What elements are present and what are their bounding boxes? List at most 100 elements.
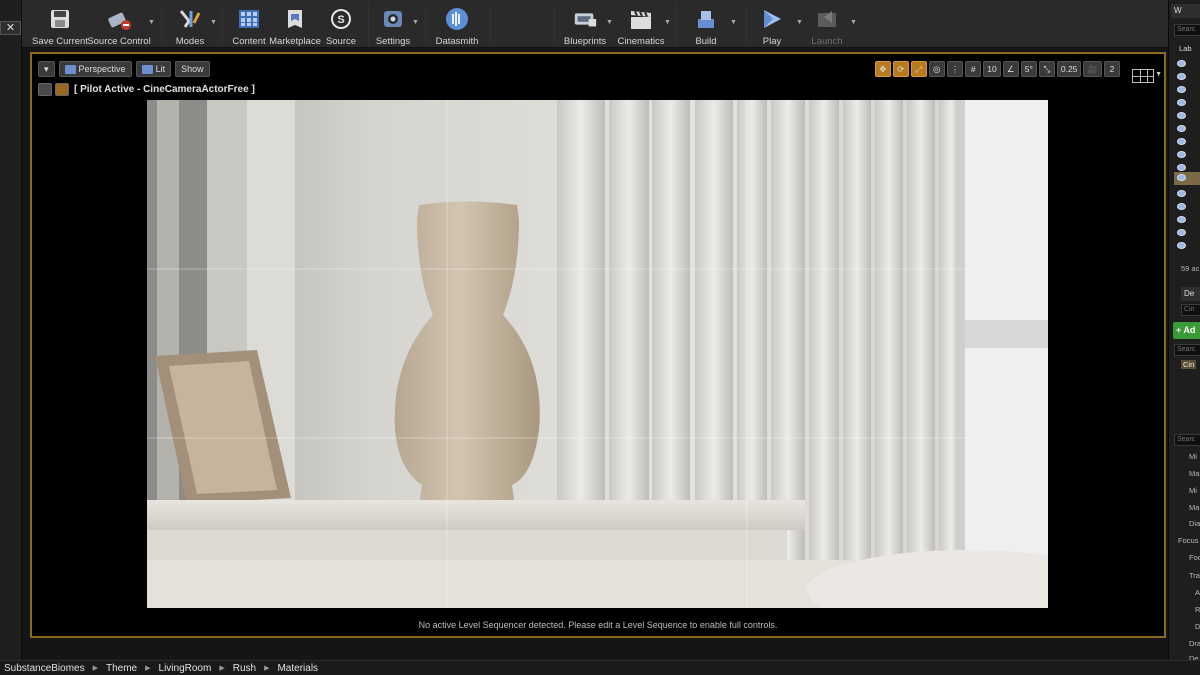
component-root-item[interactable]: Cin	[1181, 360, 1197, 369]
source-control-button[interactable]: Source Control	[87, 0, 151, 48]
outliner-row[interactable]	[1174, 58, 1200, 71]
source-control-dropdown-icon[interactable]: ▼	[148, 19, 155, 26]
outliner-search-input[interactable]: Searc	[1174, 24, 1200, 36]
property-label: A	[1195, 588, 1200, 597]
details-actor-name-field[interactable]: Cin	[1181, 304, 1200, 316]
rotate-tool-icon[interactable]: ⟳	[892, 61, 909, 77]
outliner-row[interactable]	[1174, 136, 1200, 149]
grid-snap-icon[interactable]: #	[965, 61, 982, 77]
scale-snap-icon[interactable]: ⤡	[1038, 61, 1055, 77]
sequencer-status-message: No active Level Sequencer detected. Plea…	[418, 620, 778, 630]
outliner-label-column[interactable]: Lab	[1179, 44, 1192, 53]
outliner-row[interactable]	[1174, 110, 1200, 123]
property-category[interactable]: Tra	[1189, 571, 1200, 580]
outliner-row[interactable]	[1174, 84, 1200, 97]
close-tab-icon[interactable]: ✕	[0, 21, 21, 35]
datasmith-button[interactable]: Datasmith	[430, 0, 484, 48]
translate-tool-icon[interactable]: ✥	[874, 61, 891, 77]
rotation-snap-icon[interactable]: ∠	[1002, 61, 1019, 77]
property-label: Dra	[1189, 639, 1200, 648]
world-local-icon[interactable]: ◎	[928, 61, 945, 77]
outliner-row[interactable]	[1174, 71, 1200, 84]
content-button[interactable]: Content	[227, 0, 271, 48]
visibility-eye-icon[interactable]	[1177, 164, 1186, 171]
surface-snap-icon[interactable]: ⋮	[946, 61, 964, 77]
lock-camera-icon[interactable]	[55, 82, 69, 96]
floppy-disk-icon	[47, 6, 73, 32]
cinematics-dropdown-icon[interactable]: ▼	[664, 19, 671, 26]
eject-pilot-icon[interactable]	[38, 82, 52, 96]
details-search-input[interactable]: Searc	[1174, 434, 1200, 446]
level-viewport[interactable]: ▾ Perspective Lit Show [ Pilot Active - …	[30, 52, 1166, 638]
blueprints-button[interactable]: Blueprints	[560, 0, 610, 48]
breadcrumb-item[interactable]: Rush	[233, 663, 256, 674]
breadcrumb-arrow-icon[interactable]: ▶	[219, 664, 224, 672]
visibility-eye-icon[interactable]	[1177, 203, 1186, 210]
breadcrumb-arrow-icon[interactable]: ▶	[264, 664, 269, 672]
visibility-eye-icon[interactable]	[1177, 229, 1186, 236]
visibility-eye-icon[interactable]	[1177, 138, 1186, 145]
visibility-eye-icon[interactable]	[1177, 216, 1186, 223]
visibility-eye-icon[interactable]	[1177, 112, 1186, 119]
visibility-eye-icon[interactable]	[1177, 60, 1186, 67]
show-flags-button[interactable]: Show	[175, 61, 210, 77]
launch-dropdown-icon[interactable]: ▼	[850, 19, 857, 26]
grid-snap-value[interactable]: 10	[983, 61, 1001, 77]
settings-dropdown-icon[interactable]: ▼	[412, 19, 419, 26]
outliner-row-selected[interactable]	[1174, 172, 1200, 185]
visibility-eye-icon[interactable]	[1177, 151, 1186, 158]
blueprints-dropdown-icon[interactable]: ▼	[606, 19, 613, 26]
property-category-focus[interactable]: Focus	[1178, 536, 1198, 545]
breadcrumb-item[interactable]: SubstanceBiomes	[4, 663, 85, 674]
breadcrumb-item[interactable]: Theme	[106, 663, 137, 674]
breadcrumb-arrow-icon[interactable]: ▶	[145, 664, 150, 672]
outliner-row[interactable]	[1174, 149, 1200, 162]
outliner-row[interactable]	[1174, 214, 1200, 227]
outliner-row[interactable]	[1174, 240, 1200, 253]
outliner-row[interactable]	[1174, 201, 1200, 214]
breadcrumb-item[interactable]: LivingRoom	[159, 663, 212, 674]
camera-speed-icon[interactable]: 🎥	[1083, 61, 1102, 77]
visibility-eye-icon[interactable]	[1177, 73, 1186, 80]
camera-speed-value[interactable]: 2	[1104, 61, 1120, 77]
build-dropdown-icon[interactable]: ▼	[730, 19, 737, 26]
outliner-row[interactable]	[1174, 188, 1200, 201]
visibility-eye-icon[interactable]	[1177, 174, 1186, 181]
outliner-row[interactable]	[1174, 97, 1200, 110]
visibility-eye-icon[interactable]	[1177, 125, 1186, 132]
marketplace-button[interactable]: Marketplace	[269, 0, 321, 48]
save-current-button[interactable]: Save Current	[30, 0, 90, 48]
cinematics-button[interactable]: Cinematics	[616, 0, 666, 48]
save-current-label: Save Current	[32, 36, 88, 47]
pilot-active-text: [ Pilot Active - CineCameraActorFree ]	[74, 83, 255, 95]
outliner-row[interactable]	[1174, 227, 1200, 240]
view-mode-button[interactable]: Perspective	[58, 61, 132, 77]
build-button[interactable]: Build	[684, 0, 728, 48]
visibility-eye-icon[interactable]	[1177, 242, 1186, 249]
settings-button[interactable]: Settings	[372, 0, 414, 48]
scale-snap-value[interactable]: 0.25	[1056, 61, 1082, 77]
visibility-eye-icon[interactable]	[1177, 86, 1186, 93]
breadcrumb-item[interactable]: Materials	[277, 663, 318, 674]
viewport-layout-dropdown-icon[interactable]: ▼	[1155, 71, 1162, 78]
source-button[interactable]: S Source	[322, 0, 360, 48]
play-button[interactable]: Play	[752, 0, 792, 48]
add-component-button[interactable]: + Ad	[1173, 322, 1200, 339]
breadcrumb-arrow-icon[interactable]: ▶	[93, 664, 98, 672]
modes-dropdown-icon[interactable]: ▼	[210, 19, 217, 26]
modes-button[interactable]: Modes	[168, 0, 212, 48]
datasmith-label: Datasmith	[435, 36, 479, 47]
launch-button[interactable]: Launch	[806, 0, 848, 48]
lighting-mode-button[interactable]: Lit	[135, 61, 172, 77]
play-dropdown-icon[interactable]: ▼	[796, 19, 803, 26]
visibility-eye-icon[interactable]	[1177, 99, 1186, 106]
component-search-input[interactable]: Searc	[1174, 344, 1200, 356]
visibility-eye-icon[interactable]	[1177, 190, 1186, 197]
rotation-snap-value[interactable]: 5°	[1020, 61, 1037, 77]
scale-tool-icon[interactable]: ⤢	[910, 61, 927, 77]
world-outliner-tab[interactable]: W	[1171, 4, 1200, 18]
outliner-row[interactable]	[1174, 123, 1200, 136]
viewport-menu-button[interactable]: ▾	[38, 61, 55, 77]
viewport-layout-icon[interactable]	[1132, 69, 1154, 83]
details-tab[interactable]: De	[1181, 287, 1200, 301]
